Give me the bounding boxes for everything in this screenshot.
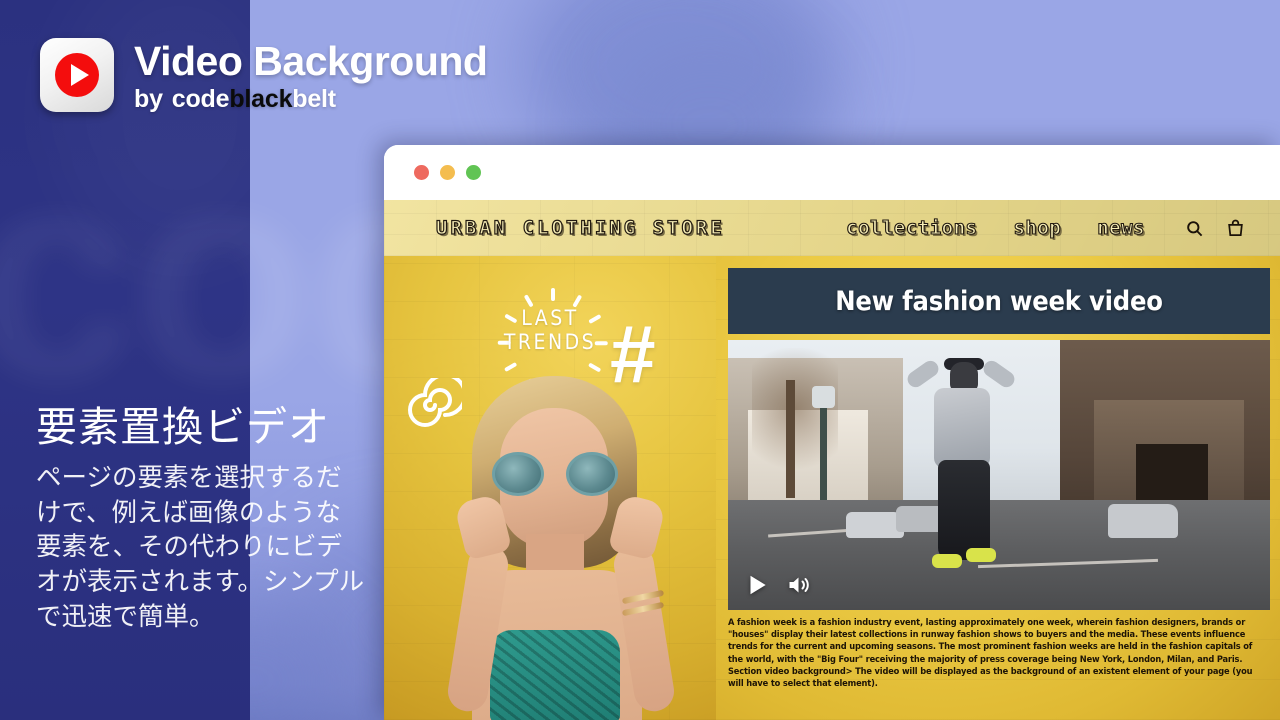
brand-belt: belt (292, 85, 336, 114)
by-label: by (134, 85, 163, 114)
feature-copy: 要素置換ビデオ ページの要素を選択するだけで、例えば画像のような要素を、その代わ… (36, 403, 366, 635)
sunglass-lens-right (566, 452, 618, 496)
byline: by code black belt (134, 85, 487, 114)
model-sunglasses (492, 452, 618, 496)
tree-trunk (786, 380, 795, 498)
skater-shoe (966, 548, 996, 562)
street-lamp-head (812, 386, 835, 408)
model-teal-top (490, 630, 620, 720)
slide-canvas: code code Video Background by code black… (0, 0, 1280, 720)
app-logo (40, 38, 114, 112)
site-navbar: URBAN CLOTHING STORE collections shop ne… (384, 200, 1280, 256)
video-section: New fashion week video A fashion week is… (716, 256, 1280, 720)
maximize-window-dot[interactable] (466, 165, 481, 180)
minimize-window-dot[interactable] (440, 165, 455, 180)
background-watermark-left: code (0, 105, 250, 441)
nav-link-news[interactable]: news (1097, 216, 1145, 239)
browser-chrome-bar (384, 145, 1280, 200)
play-icon[interactable] (744, 572, 770, 598)
shopping-bag-icon[interactable] (1226, 218, 1245, 238)
sunglass-lens-left (492, 452, 544, 496)
play-button-icon (55, 53, 99, 97)
search-icon[interactable] (1185, 219, 1204, 238)
promo-photo-panel: LAST TRENDS # (384, 256, 716, 720)
play-triangle (70, 64, 89, 86)
nav-link-shop[interactable]: shop (1013, 216, 1061, 239)
feature-body: ページの要素を選択するだけで、例えば画像のような要素を、その代わりにビデオが表示… (36, 463, 365, 632)
page-title: Video Background (134, 38, 488, 84)
store-logo-text[interactable]: URBAN CLOTHING STORE (435, 216, 725, 239)
last-trends-line1: LAST (521, 306, 579, 330)
road-line (978, 558, 1158, 569)
brand-name: code black belt (172, 85, 336, 114)
parked-car (1108, 504, 1178, 538)
nav-icon-group (1185, 218, 1245, 238)
skater-shoe (932, 554, 962, 568)
video-controls (744, 572, 811, 598)
close-window-dot[interactable] (414, 165, 429, 180)
video-title-bar: New fashion week video (728, 268, 1270, 334)
nav-link-collections[interactable]: collections (846, 216, 978, 239)
skater-body (934, 388, 990, 468)
nav-links: collections shop news (846, 216, 1145, 239)
sunburst-ray (551, 288, 555, 301)
brand-code: code (171, 85, 230, 114)
brand-header: Video Background by code black belt (40, 38, 488, 114)
skater-legs (938, 460, 990, 560)
brand-black: black (229, 85, 293, 114)
browser-window: URBAN CLOTHING STORE collections shop ne… (384, 145, 1280, 720)
model-photo (416, 348, 702, 720)
page-content: LAST TRENDS # New fashion week video A f… (384, 256, 1280, 720)
feature-heading: 要素置換ビデオ (36, 403, 330, 451)
volume-icon[interactable] (786, 573, 811, 597)
video-description: A fashion week is a fashion industry eve… (728, 617, 1253, 690)
video-player[interactable] (728, 340, 1270, 610)
